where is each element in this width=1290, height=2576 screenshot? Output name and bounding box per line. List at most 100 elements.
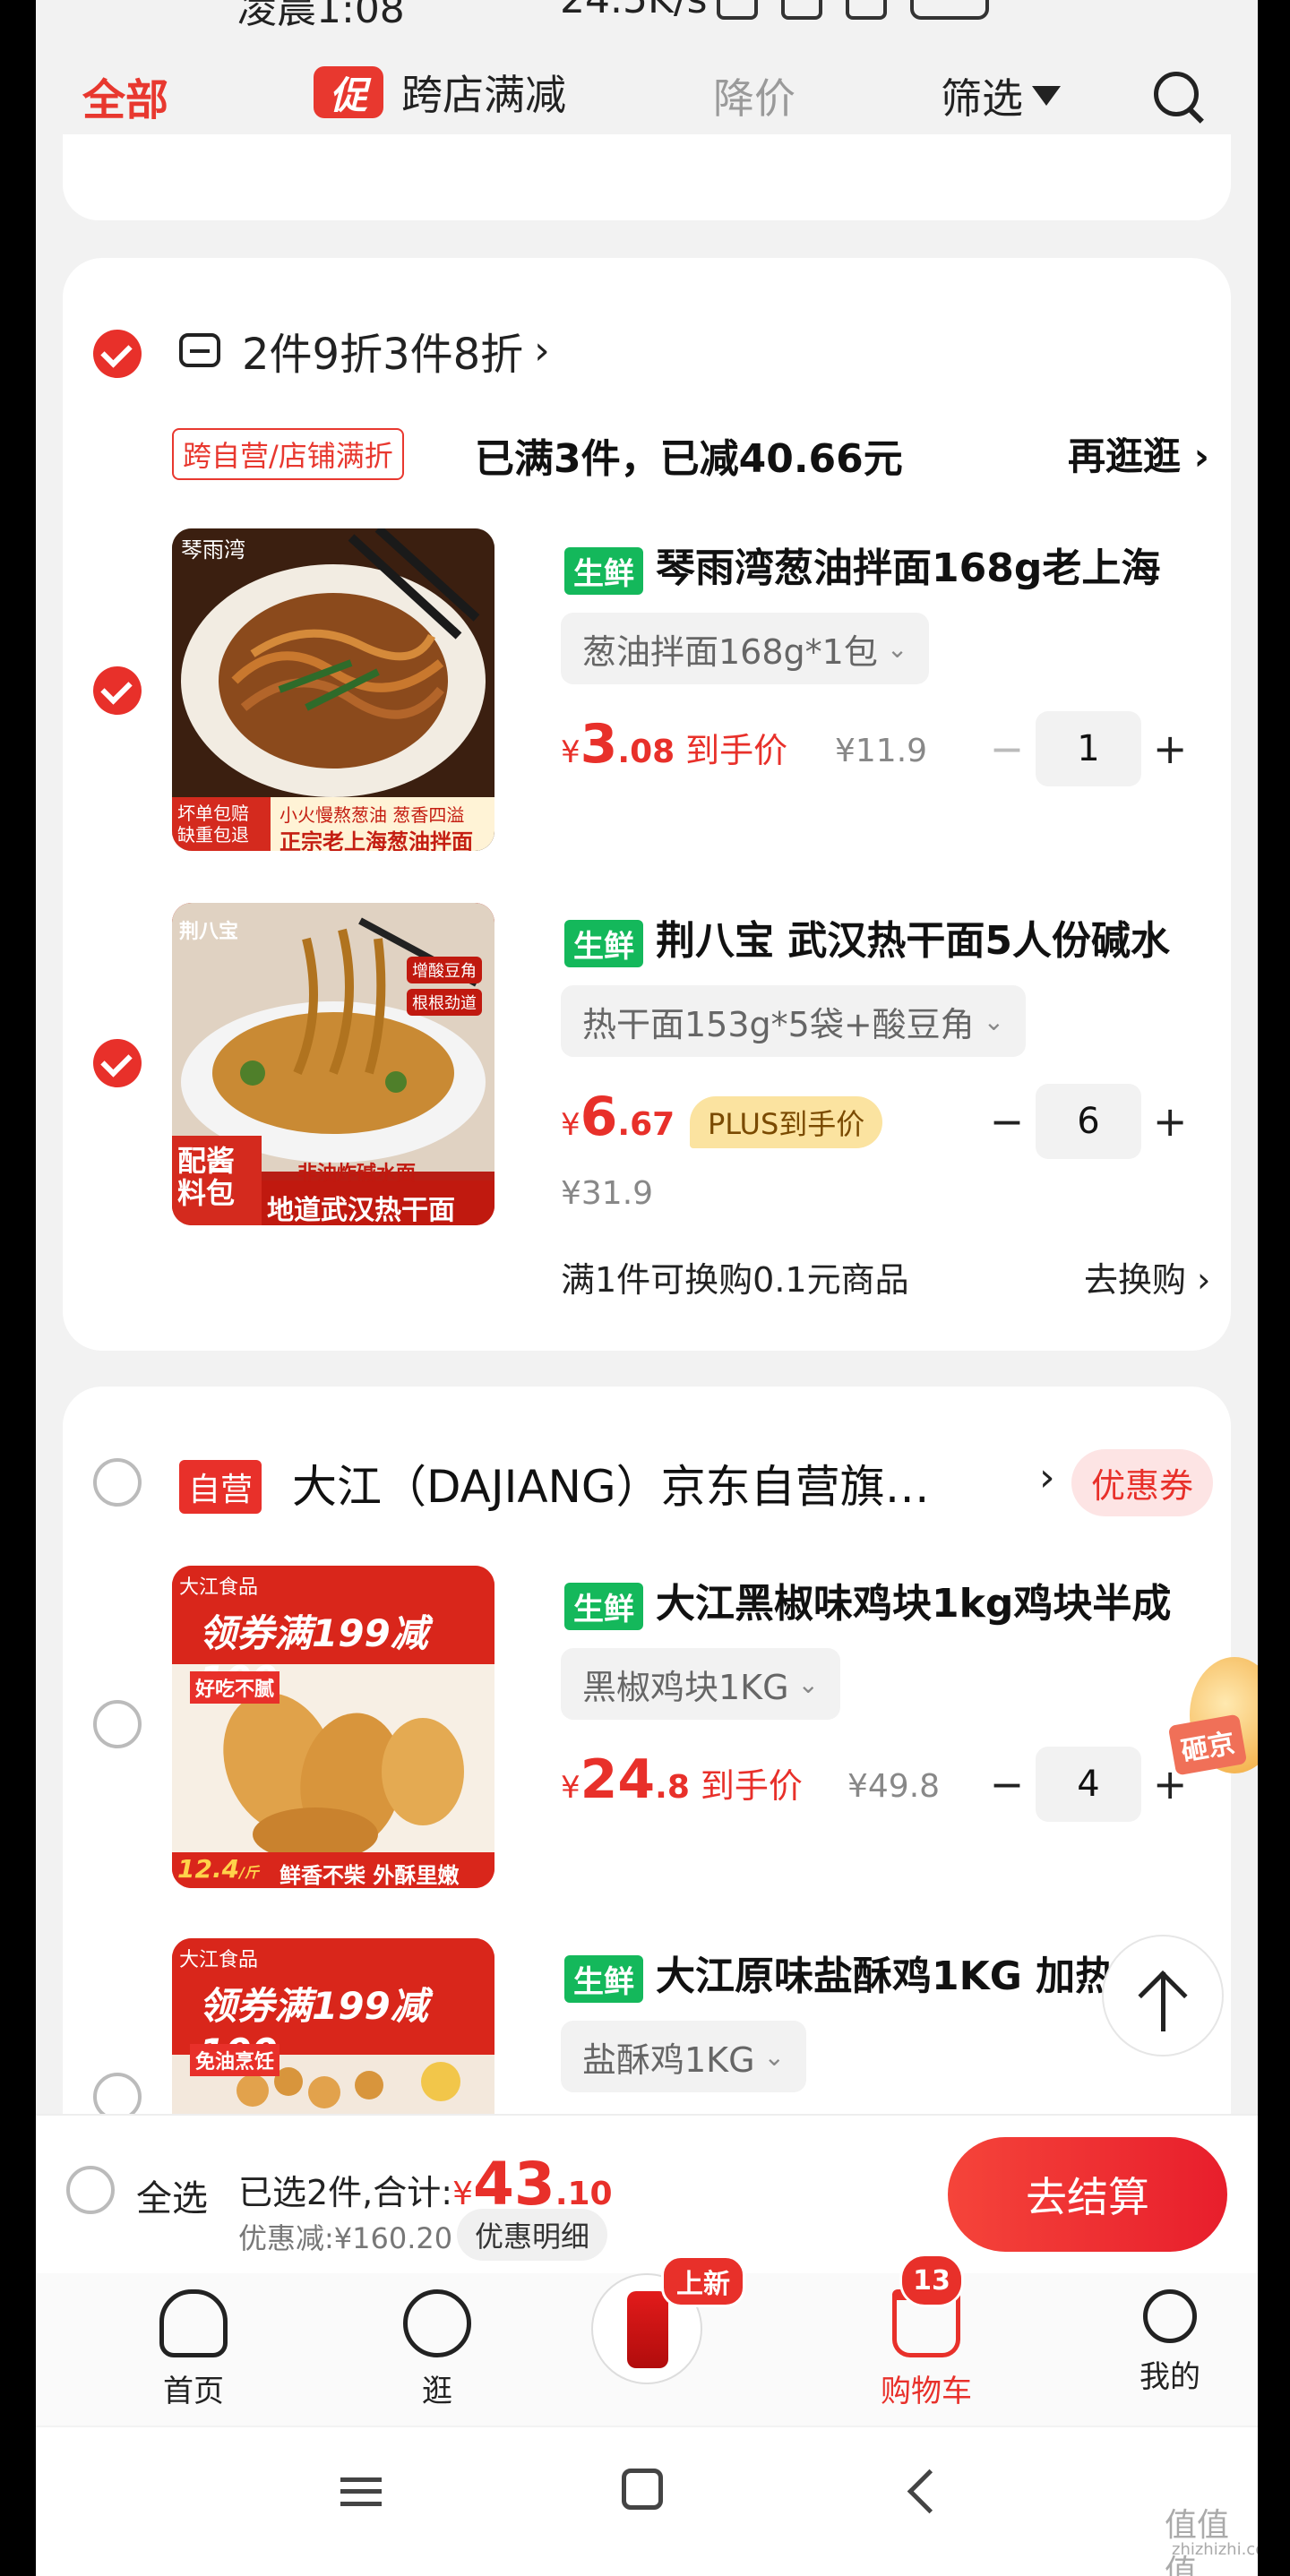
quantity-value[interactable]: 1 bbox=[1035, 711, 1142, 786]
fresh-badge: 生鲜 bbox=[564, 919, 643, 967]
total-dec: .10 bbox=[555, 2176, 613, 2212]
chevron-down-icon: ⌄ bbox=[763, 2041, 786, 2072]
product-title[interactable]: 生鲜 大江原味盐酥鸡1KG 加热即 bbox=[564, 1944, 1138, 2003]
increase-button[interactable]: + bbox=[1148, 1097, 1191, 1146]
nav-cart[interactable]: 购物车 bbox=[864, 2289, 989, 2410]
price-label: 到手价 bbox=[685, 731, 788, 770]
image-bottom: 鲜香不柴 外酥里嫩 bbox=[280, 1863, 460, 1888]
product-title[interactable]: 生鲜 琴雨湾葱油拌面168g老上海 bbox=[564, 536, 1245, 595]
chevron-down-icon: ⌄ bbox=[886, 633, 908, 664]
signal-icon bbox=[781, 0, 822, 20]
store-name[interactable]: 大江（DAJIANG）京东自营旗… bbox=[292, 1451, 930, 1516]
tab-cross-store[interactable]: 促 跨店满减 bbox=[314, 63, 566, 122]
tab-price-drop[interactable]: 降价 bbox=[713, 66, 796, 125]
system-nav-bar bbox=[36, 2427, 1258, 2576]
item-checkbox[interactable] bbox=[93, 1700, 142, 1748]
nav-stroll[interactable]: 逛 bbox=[374, 2289, 500, 2410]
image-tag: 免油烹饪 bbox=[190, 2044, 280, 2076]
discount-detail-button[interactable]: 优惠明细 bbox=[457, 2209, 608, 2261]
product-price: ¥24.8 到手价 bbox=[561, 1748, 803, 1811]
chevron-down-icon: ⌄ bbox=[983, 1006, 1005, 1036]
image-sub: 非油炸碱水面 bbox=[297, 1163, 417, 1185]
swap-offer-text: 满1件可换购0.1元商品 bbox=[561, 1260, 909, 1300]
select-all-checkbox[interactable] bbox=[66, 2166, 115, 2214]
summary-prefix: 已选2件,合计: bbox=[238, 2173, 453, 2212]
nav-me-label: 我的 bbox=[1140, 2359, 1200, 2395]
nav-me[interactable]: 我的 bbox=[1107, 2289, 1233, 2396]
spec-selector[interactable]: 葱油拌面168g*1包 ⌄ bbox=[561, 613, 930, 684]
item-checkbox[interactable] bbox=[93, 666, 142, 715]
swap-link[interactable]: 去换购 › bbox=[1084, 1252, 1210, 1301]
increase-button[interactable]: + bbox=[1148, 725, 1191, 773]
item-checkbox[interactable] bbox=[93, 1039, 142, 1087]
price-dec: .67 bbox=[617, 1106, 675, 1143]
status-time: 凌晨1:08 bbox=[237, 0, 405, 27]
image-brand: 大江食品 bbox=[179, 1576, 259, 1599]
image-tag: 根根劲道 bbox=[407, 989, 482, 1016]
spec-label: 热干面153g*5袋+酸豆角 bbox=[582, 1004, 975, 1044]
tab-all[interactable]: 全部 bbox=[82, 64, 168, 127]
group-checkbox[interactable] bbox=[93, 330, 142, 378]
spec-selector[interactable]: 盐酥鸡1KG ⌄ bbox=[561, 2021, 807, 2092]
fresh-badge: 生鲜 bbox=[564, 546, 643, 595]
previous-card-end bbox=[63, 134, 1231, 220]
spec-selector[interactable]: 热干面153g*5袋+酸豆角 ⌄ bbox=[561, 985, 1027, 1057]
quantity-value[interactable]: 6 bbox=[1035, 1084, 1142, 1159]
quantity-stepper: − 1 + bbox=[985, 711, 1191, 786]
smiley-icon bbox=[403, 2289, 471, 2357]
spec-selector[interactable]: 黑椒鸡块1KG ⌄ bbox=[561, 1648, 841, 1720]
home-square-icon[interactable] bbox=[622, 2469, 663, 2510]
product-image[interactable]: 大江食品 领券满199减100 好吃不腻 12.4/斤 鲜香不柴 外酥里嫩 bbox=[172, 1566, 494, 1888]
chevron-right-icon[interactable]: › bbox=[1039, 1455, 1055, 1500]
nav-stroll-label: 逛 bbox=[422, 2374, 452, 2409]
filter-bar: 全部 促 跨店满减 降价 筛选 bbox=[36, 47, 1258, 143]
currency: ¥ bbox=[561, 734, 580, 770]
image-banner: 地道武汉热干面 bbox=[267, 1195, 455, 1225]
product-title-text: 琴雨湾葱油拌面168g老上海 bbox=[656, 545, 1161, 591]
user-icon bbox=[1143, 2289, 1197, 2343]
product-price: ¥3.08 到手价 bbox=[561, 713, 787, 776]
filter-label: 筛选 bbox=[941, 74, 1023, 123]
checkout-button[interactable]: 去结算 bbox=[948, 2137, 1227, 2252]
select-all-label[interactable]: 全选 bbox=[136, 2169, 208, 2221]
promo-group-card: 2件9折3件8折 › 跨自营/店铺满折 已满3件，已减40.66元 再逛逛 › … bbox=[63, 258, 1231, 1351]
promo-reached: 已满3件，已减40.66元 bbox=[475, 436, 903, 482]
watermark: 值值值 bbox=[1165, 2507, 1230, 2576]
coupon-button[interactable]: 优惠券 bbox=[1071, 1449, 1214, 1516]
checkout-bar: 全选 已选2件,合计:¥43.10 优惠减:¥160.20 优惠明细 去结算 bbox=[36, 2114, 1258, 2273]
image-side: 配酱料包 bbox=[177, 1144, 236, 1210]
back-icon[interactable] bbox=[907, 2469, 952, 2514]
network-speed: 24.5K/s bbox=[560, 0, 708, 22]
back-to-top-button[interactable] bbox=[1102, 1935, 1224, 2057]
chevron-right-icon: › bbox=[534, 327, 550, 374]
price-int: 24 bbox=[580, 1748, 656, 1811]
product-image[interactable]: 琴雨湾 小火慢熬葱油 葱香四溢 正宗老上海葱油拌面 坏单包赔 缺重包退 bbox=[172, 528, 494, 851]
decrease-button[interactable]: − bbox=[985, 725, 1028, 773]
image-price-unit: /斤 bbox=[239, 1864, 259, 1881]
currency: ¥ bbox=[561, 1107, 580, 1143]
spec-label: 葱油拌面168g*1包 bbox=[582, 631, 878, 672]
battery-icon bbox=[910, 0, 989, 20]
menu-icon[interactable] bbox=[340, 2477, 382, 2506]
image-tag: 增酸豆角 bbox=[407, 957, 482, 983]
image-tag: 好吃不腻 bbox=[190, 1671, 280, 1704]
chevron-down-icon: ⌄ bbox=[797, 1669, 820, 1699]
smash-egg-widget[interactable]: 砸京 bbox=[1167, 1657, 1258, 1791]
promo-header[interactable]: 2件9折3件8折 › bbox=[179, 319, 550, 382]
image-side: 坏单包赔 缺重包退 bbox=[177, 803, 249, 846]
search-icon[interactable] bbox=[1154, 72, 1199, 116]
filter-button[interactable]: 筛选 bbox=[941, 66, 1061, 125]
product-title[interactable]: 生鲜 大江黑椒味鸡块1kg鸡块半成 bbox=[564, 1571, 1245, 1630]
store-checkbox[interactable] bbox=[93, 1458, 142, 1507]
product-title-text: 大江原味盐酥鸡1KG 加热即 bbox=[656, 1953, 1138, 1999]
quantity-value[interactable]: 4 bbox=[1035, 1747, 1142, 1822]
image-banner: 正宗老上海葱油拌面 bbox=[280, 829, 473, 851]
browse-more-link[interactable]: 再逛逛 › bbox=[1068, 426, 1209, 481]
new-badge: 上新 bbox=[661, 2255, 745, 2307]
product-title[interactable]: 生鲜 荆八宝 武汉热干面5人份碱水 bbox=[564, 908, 1245, 967]
decrease-button[interactable]: − bbox=[985, 1760, 1028, 1808]
decrease-button[interactable]: − bbox=[985, 1097, 1028, 1146]
product-image[interactable]: 荆八宝 增酸豆角 根根劲道 非油炸碱水面 配酱料包 地道武汉热干面 bbox=[172, 903, 494, 1225]
nav-home[interactable]: 首页 bbox=[131, 2289, 256, 2410]
self-operated-tag: 自营 bbox=[179, 1460, 262, 1514]
